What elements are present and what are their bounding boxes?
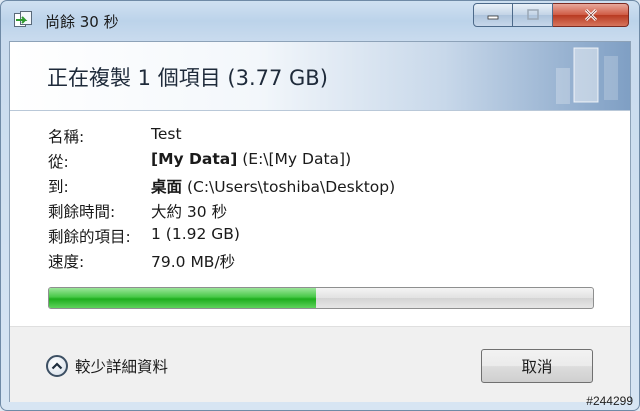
fewer-details-label: 較少詳細資料 — [75, 358, 169, 376]
copy-progress-dialog: 尚餘 30 秒 正在複製 1 個項目 (3.77 GB) 名稱: Test 從:… — [0, 0, 640, 411]
minimize-icon — [474, 4, 512, 26]
dialog-footer: 較少詳細資料 取消 — [10, 326, 630, 402]
title-bar[interactable]: 尚餘 30 秒 — [1, 1, 639, 41]
detail-label: 到: — [48, 178, 69, 196]
cancel-button[interactable]: 取消 — [481, 349, 593, 383]
detail-label: 速度: — [48, 253, 85, 271]
progress-fill — [49, 288, 316, 308]
detail-value: 79.0 MB/秒 — [151, 253, 236, 271]
image-watermark: #244299 — [586, 394, 633, 408]
dialog-client-area: 正在複製 1 個項目 (3.77 GB) 名稱: Test 從: [My Dat… — [9, 41, 631, 402]
window-title: 尚餘 30 秒 — [45, 13, 119, 31]
source-folder-link[interactable]: [My Data] — [151, 150, 237, 168]
maximize-button[interactable] — [513, 3, 553, 27]
detail-value: 1 (1.92 GB) — [151, 225, 240, 243]
maximize-icon — [513, 4, 552, 26]
copy-progress-bar — [48, 287, 594, 309]
destination-path: (C:\Users\toshiba\Desktop) — [182, 178, 396, 196]
header-banner: 正在複製 1 個項目 (3.77 GB) — [10, 42, 630, 110]
minimize-button[interactable] — [473, 3, 513, 27]
decorative-glass-icon — [556, 46, 626, 112]
detail-label: 剩餘時間: — [48, 203, 116, 221]
close-icon — [553, 4, 628, 26]
source-path: (E:\[My Data]) — [237, 150, 352, 168]
detail-value: Test — [151, 125, 182, 143]
destination-folder-link[interactable]: 桌面 — [151, 178, 182, 196]
fewer-details-toggle[interactable]: 較少詳細資料 — [46, 352, 168, 380]
detail-label: 名稱: — [48, 128, 85, 146]
file-copy-icon — [14, 11, 34, 29]
detail-label: 從: — [48, 153, 69, 171]
copy-heading: 正在複製 1 個項目 (3.77 GB) — [47, 66, 328, 90]
chevron-up-icon — [46, 355, 68, 377]
close-button[interactable] — [553, 3, 629, 27]
detail-label: 剩餘的項目: — [48, 228, 131, 246]
detail-value: 大約 30 秒 — [151, 203, 228, 221]
divider — [10, 110, 630, 111]
